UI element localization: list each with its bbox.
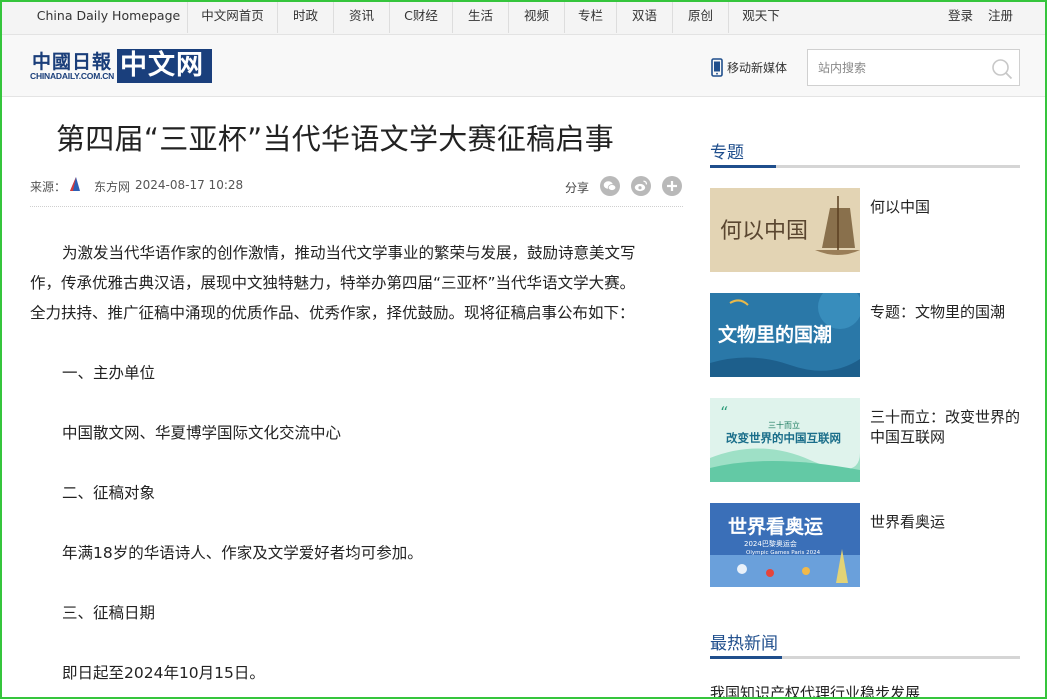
- search-input[interactable]: [818, 59, 988, 77]
- paragraph: 作，传承优雅古典汉语，展现中文独特魅力，特举办第四届“三亚杯”当代华语文学大赛。: [30, 274, 636, 292]
- svg-text:何以中国: 何以中国: [720, 219, 808, 244]
- svg-text:2024巴黎奥运会: 2024巴黎奥运会: [744, 539, 797, 548]
- article-title: 第四届“三亚杯”当代华语文学大赛征稿启事: [56, 122, 615, 156]
- topic-title[interactable]: 世界看奥运: [870, 512, 1020, 532]
- source-logo-icon: [70, 177, 80, 191]
- svg-text:文物里的国潮: 文物里的国潮: [718, 323, 832, 346]
- nav-life[interactable]: 生活: [453, 0, 509, 33]
- section-heading: 一、主办单位: [62, 364, 156, 382]
- svg-text:世界看奥运: 世界看奥运: [728, 515, 823, 538]
- topic-title[interactable]: 何以中国: [870, 197, 1020, 217]
- top-nav: China Daily Homepage 中文网首页 时政 资讯 C财经 生活 …: [0, 0, 1047, 35]
- nav-video[interactable]: 视频: [509, 0, 565, 33]
- topic-thumbnail: 何以中国: [710, 188, 860, 272]
- nav-columns[interactable]: 专栏: [565, 0, 617, 33]
- nav-politics[interactable]: 时政: [278, 0, 334, 33]
- topics-heading: 专题: [710, 138, 1020, 168]
- meta-divider: [30, 206, 683, 207]
- publish-datetime: 2024-08-17 10:28: [135, 178, 244, 192]
- more-share-icon[interactable]: [662, 176, 682, 196]
- topic-thumbnail: 世界看奥运 2024巴黎奥运会 Olympic Games Paris 2024: [710, 503, 860, 587]
- site-search: [807, 49, 1020, 86]
- paragraph: 为激发当代华语作家的创作激情，推动当代文学事业的繁荣与发展，鼓励诗意美文写: [62, 244, 636, 262]
- paragraph: 即日起至2024年10月15日。: [62, 664, 265, 682]
- svg-text:Olympic Games Paris 2024: Olympic Games Paris 2024: [746, 550, 821, 556]
- nav-news[interactable]: 资讯: [334, 0, 390, 33]
- nav-world[interactable]: 观天下: [729, 0, 793, 33]
- svg-text:三十而立: 三十而立: [768, 420, 800, 430]
- register-link[interactable]: 注册: [988, 0, 1013, 33]
- nav-finance[interactable]: C财经: [390, 0, 453, 33]
- paragraph: 年满18岁的华语诗人、作家及文学爱好者均可参加。: [62, 544, 423, 562]
- topic-card[interactable]: 世界看奥运 2024巴黎奥运会 Olympic Games Paris 2024…: [710, 503, 1020, 587]
- weibo-share-icon[interactable]: [631, 176, 651, 196]
- topic-card[interactable]: “ 三十而立 改变世界的中国互联网 三十而立：改变世界的中国互联网: [710, 398, 1020, 482]
- wechat-share-icon[interactable]: [600, 176, 620, 196]
- hot-news-heading: 最热新闻: [710, 629, 1020, 659]
- topic-title[interactable]: 三十而立：改变世界的中国互联网: [870, 407, 1020, 447]
- paragraph: 中国散文网、华夏博学国际文化交流中心: [62, 424, 342, 442]
- topic-card[interactable]: 文物里的国潮 专题：文物里的国潮: [710, 293, 1020, 377]
- paragraph: 全力扶持、推广征稿中涌现的优质作品、优秀作家，择优鼓励。现将征稿启事公布如下：: [30, 304, 635, 322]
- nav-bilingual[interactable]: 双语: [617, 0, 673, 33]
- source-name[interactable]: 东方网: [94, 178, 130, 195]
- svg-text:改变世界的中国互联网: 改变世界的中国互联网: [726, 431, 841, 445]
- topic-title[interactable]: 专题：文物里的国潮: [870, 302, 1020, 322]
- site-header: 中國日報 CHINADAILY.COM.CN 中文网 移动新媒体: [0, 35, 1047, 97]
- logo-chinese-site: 中文网: [117, 49, 212, 83]
- nav-chinese-home[interactable]: 中文网首页: [188, 0, 278, 33]
- search-icon[interactable]: [991, 58, 1013, 80]
- share-label: 分享: [565, 181, 590, 195]
- nav-original[interactable]: 原创: [673, 0, 729, 33]
- section-heading: 三、征稿日期: [62, 604, 156, 622]
- nav-china-daily-homepage[interactable]: China Daily Homepage: [30, 0, 188, 33]
- logo-wordmark: 中國日報 CHINADAILY.COM.CN: [30, 51, 115, 81]
- topic-card[interactable]: 何以中国 何以中国: [710, 188, 1020, 272]
- svg-text:“: “: [720, 403, 728, 422]
- topic-thumbnail: “ 三十而立 改变世界的中国互联网: [710, 398, 860, 482]
- login-link[interactable]: 登录: [948, 0, 973, 33]
- topic-thumbnail: 文物里的国潮: [710, 293, 860, 377]
- hot-news-item[interactable]: 我国知识产权代理行业稳步发展: [710, 682, 920, 699]
- section-heading: 二、征稿对象: [62, 484, 156, 502]
- mobile-phone-icon: [711, 58, 723, 77]
- source-label: 来源：: [30, 180, 67, 194]
